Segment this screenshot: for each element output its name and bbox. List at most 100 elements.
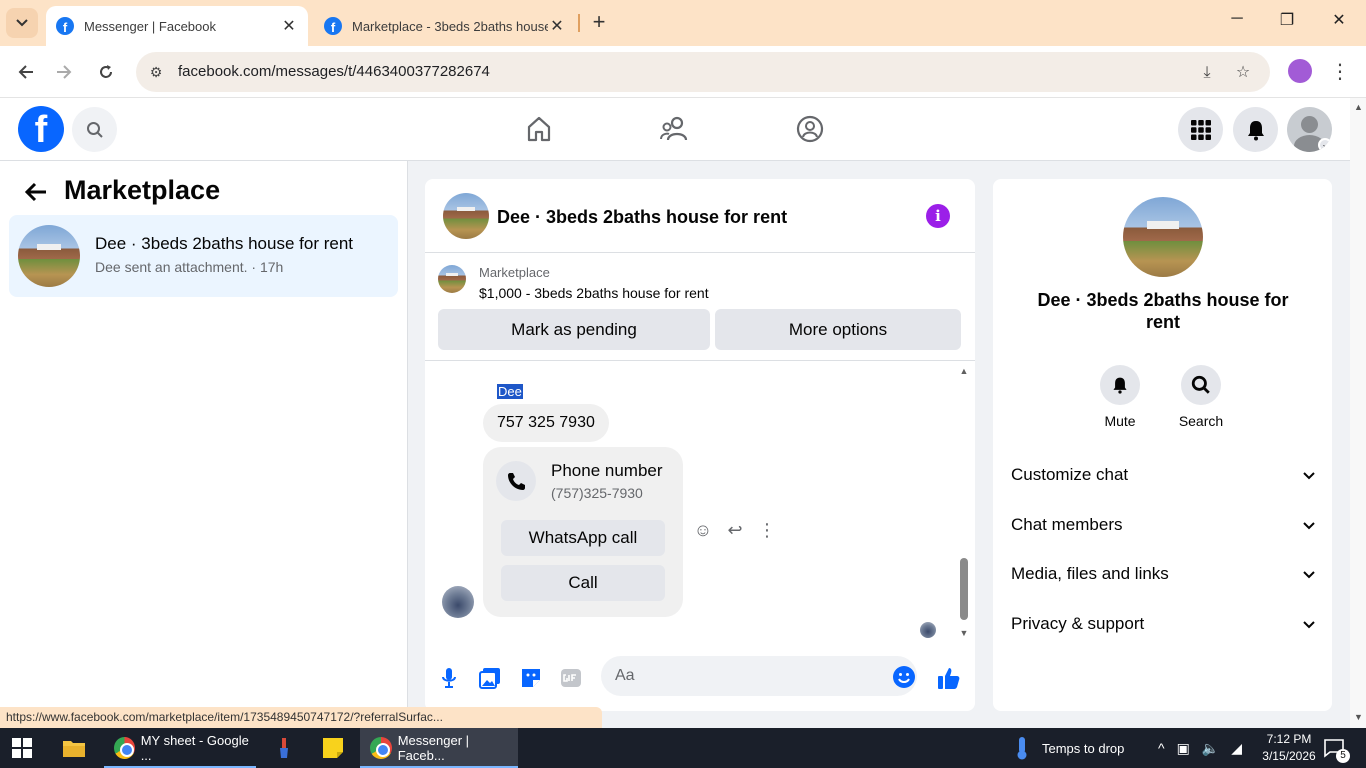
browser-tab-bar: f Messenger | Facebook ✕ f Marketplace -… xyxy=(0,0,1366,46)
more-options-button[interactable]: More options xyxy=(715,309,961,350)
thumbs-up-icon[interactable] xyxy=(937,666,961,690)
meet-now-icon[interactable]: ▣ xyxy=(1177,740,1190,757)
system-clock[interactable]: 7:12 PM 3/15/2026 xyxy=(1258,731,1320,765)
scroll-up-icon[interactable]: ▲ xyxy=(1354,102,1363,112)
paint-brush-icon xyxy=(280,738,288,758)
home-nav-button[interactable] xyxy=(522,112,556,146)
browser-profile-avatar[interactable] xyxy=(1288,59,1312,83)
facebook-logo-icon[interactable]: f xyxy=(18,106,64,152)
message-actions: ☺ ↩ ⋮ xyxy=(693,520,777,540)
close-window-button[interactable]: ✕ xyxy=(1324,10,1354,30)
reload-button[interactable] xyxy=(92,58,120,86)
back-button[interactable] xyxy=(12,58,40,86)
tab-search-button[interactable] xyxy=(6,8,38,38)
groups-nav-button[interactable] xyxy=(793,112,827,146)
call-button[interactable]: Call xyxy=(501,565,665,601)
windows-taskbar: MY sheet - Google ... Messenger | Faceb.… xyxy=(0,728,1366,768)
file-explorer-button[interactable] xyxy=(62,728,86,768)
avatar-head xyxy=(1301,116,1318,133)
react-emoji-icon[interactable]: ☺ xyxy=(693,520,713,540)
bell-icon xyxy=(1100,365,1140,405)
search-in-chat-button[interactable]: Search xyxy=(1171,365,1231,429)
sender-avatar[interactable] xyxy=(442,586,474,618)
thread-list-item[interactable]: Dee · 3beds 2baths house for rent Dee se… xyxy=(9,215,398,297)
site-info-icon[interactable]: ⚙ xyxy=(146,62,166,82)
microphone-icon[interactable] xyxy=(437,666,461,690)
listing-thumbnail[interactable] xyxy=(438,265,466,293)
sticky-note-icon xyxy=(323,738,343,758)
photo-icon[interactable] xyxy=(478,666,502,690)
chat-title[interactable]: Dee · 3beds 2baths house for rent xyxy=(497,207,787,228)
menu-grid-button[interactable] xyxy=(1178,107,1223,152)
scroll-down-icon[interactable]: ▼ xyxy=(1354,712,1363,722)
close-tab-icon[interactable]: ✕ xyxy=(280,16,298,36)
seen-receipt-avatar xyxy=(920,622,936,638)
minimize-button[interactable]: ─ xyxy=(1222,10,1252,28)
gif-icon[interactable] xyxy=(559,666,583,690)
marketplace-thread-list: Marketplace Dee · 3beds 2baths house for… xyxy=(0,161,408,727)
tab-messenger[interactable]: f Messenger | Facebook ✕ xyxy=(46,6,308,46)
message-input[interactable] xyxy=(601,656,917,696)
taskbar-chrome-sheet[interactable]: MY sheet - Google ... xyxy=(104,728,256,768)
chevron-down-icon: ⌄ xyxy=(1318,138,1332,152)
reply-icon[interactable]: ↩ xyxy=(725,520,745,540)
url-text[interactable]: facebook.com/messages/t/4463400377282674 xyxy=(178,63,490,80)
info-icon[interactable]: i xyxy=(926,204,950,228)
paint-app-button[interactable] xyxy=(272,728,296,768)
tab-title: Messenger | Facebook xyxy=(84,18,216,34)
chat-avatar[interactable] xyxy=(443,193,489,239)
notifications-button[interactable] xyxy=(1233,107,1278,152)
media-files-links-section[interactable]: Media, files and links xyxy=(1011,557,1315,591)
chat-scrollbar[interactable]: ▲ ▼ xyxy=(956,362,972,644)
whatsapp-call-button[interactable]: WhatsApp call xyxy=(501,520,665,556)
restore-button[interactable]: ❐ xyxy=(1272,10,1302,30)
scroll-up-icon[interactable]: ▲ xyxy=(959,366,969,376)
tray-chevron-up-icon[interactable]: ^ xyxy=(1158,740,1165,756)
facebook-search-button[interactable] xyxy=(72,107,117,152)
weather-widget[interactable]: Temps to drop xyxy=(1014,728,1124,768)
start-button[interactable] xyxy=(12,728,32,768)
profile-avatar[interactable] xyxy=(1123,197,1203,277)
browser-menu-button[interactable]: ⋮ xyxy=(1330,58,1350,86)
close-tab-icon[interactable]: ✕ xyxy=(548,16,566,36)
notification-center-button[interactable]: 5 xyxy=(1324,728,1350,768)
scroll-thumb[interactable] xyxy=(960,558,968,620)
emoji-icon[interactable] xyxy=(893,666,915,688)
tab-marketplace[interactable]: f Marketplace - 3beds 2baths house ✕ xyxy=(314,6,576,46)
account-avatar[interactable]: ⌄ xyxy=(1287,107,1332,152)
bookmark-star-icon[interactable]: ☆ xyxy=(1232,62,1254,84)
section-label: Customize chat xyxy=(1011,465,1129,484)
address-bar[interactable]: ⚙ facebook.com/messages/t/44634003772826… xyxy=(136,52,1270,92)
more-icon[interactable]: ⋮ xyxy=(757,520,777,540)
scroll-down-icon[interactable]: ▼ xyxy=(959,628,969,638)
message-bubble[interactable]: 757 325 7930 xyxy=(483,404,609,442)
install-app-icon[interactable]: ⤓ xyxy=(1196,62,1218,84)
mute-button[interactable]: Mute xyxy=(1090,365,1150,429)
phone-number-card: Phone number (757)325-7930 WhatsApp call… xyxy=(483,447,683,617)
chat-members-section[interactable]: Chat members xyxy=(1011,508,1315,542)
sticker-icon[interactable] xyxy=(519,666,543,690)
privacy-support-section[interactable]: Privacy & support xyxy=(1011,607,1315,641)
bell-icon xyxy=(1247,120,1264,140)
page-title: Marketplace xyxy=(64,175,221,205)
back-arrow-icon[interactable] xyxy=(24,179,48,210)
page-scrollbar[interactable]: ▲ ▼ xyxy=(1350,98,1366,728)
listing-description[interactable]: $1,000 - 3beds 2baths house for rent xyxy=(479,285,709,301)
wifi-icon[interactable]: ◢ xyxy=(1231,740,1242,757)
sticky-notes-button[interactable] xyxy=(322,728,344,768)
friends-nav-button[interactable] xyxy=(657,112,691,146)
new-tab-button[interactable]: + xyxy=(588,10,610,34)
taskbar-chrome-messenger[interactable]: Messenger | Faceb... xyxy=(360,728,518,768)
customize-chat-section[interactable]: Customize chat xyxy=(1011,458,1315,492)
reload-icon xyxy=(100,65,112,78)
taskbar-item-label: Messenger | Faceb... xyxy=(397,733,470,763)
mark-as-pending-button[interactable]: Mark as pending xyxy=(438,309,710,350)
listing-thumbnail xyxy=(18,225,80,287)
volume-icon[interactable]: 🔈 xyxy=(1202,740,1219,757)
section-label: Chat members xyxy=(1011,515,1123,534)
tab-separator xyxy=(578,14,580,32)
card-title: Phone number xyxy=(551,461,663,480)
windows-logo-icon xyxy=(12,738,32,758)
forward-button[interactable] xyxy=(50,58,78,86)
chat-header: Dee · 3beds 2baths house for rent i xyxy=(425,179,975,253)
